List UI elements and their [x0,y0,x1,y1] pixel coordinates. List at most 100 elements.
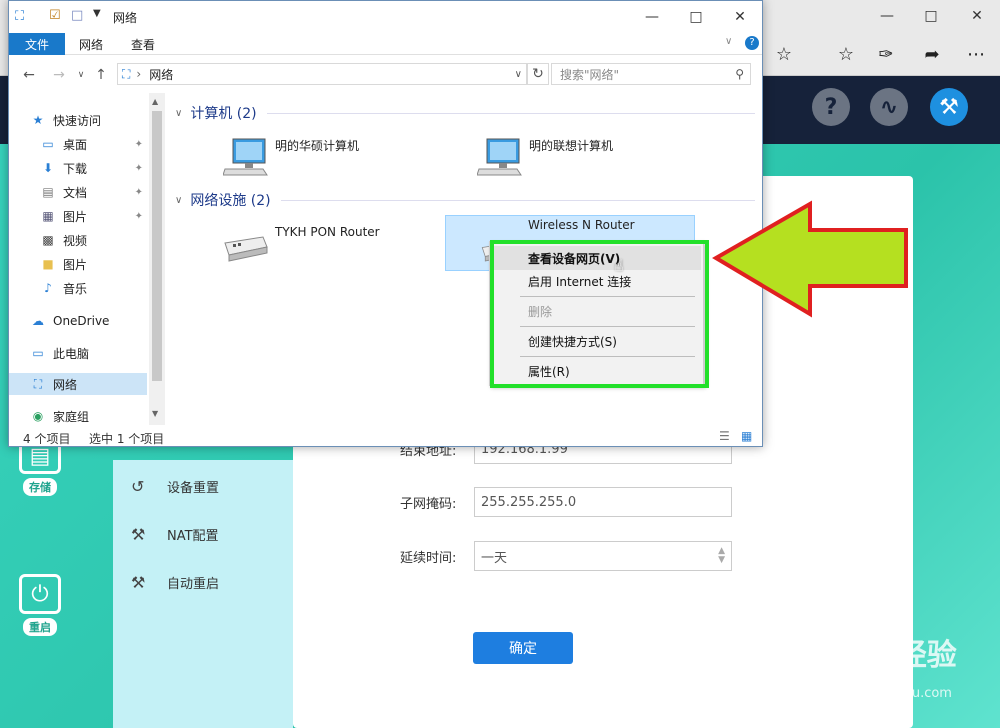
computer-name: 明的华硕计算机 [275,139,360,153]
address-dropdown-icon[interactable]: ∨ [515,69,522,80]
watermark-url: jingyan.baidu.com [832,686,952,701]
maximize-icon[interactable]: □ [908,0,954,32]
quick-access-dropdown-icon[interactable]: ▼ [93,8,101,19]
menu-nat-config[interactable]: ⚒ NAT配置 [131,522,219,546]
homegroup-icon: ◉ [32,409,44,423]
nav-this-pc[interactable]: ▭ 此电脑 [29,342,147,364]
nav-label: 下载 [63,161,88,176]
highlight-box [490,240,709,388]
folder-icon: ■ [42,257,54,271]
power-icon: ⏻ [19,574,61,614]
confirm-button[interactable]: 确定 [473,632,573,664]
up-icon[interactable]: ↑ [91,65,111,85]
network-folder-icon: ⛶ [15,9,25,24]
nav-homegroup[interactable]: ◉ 家庭组 [29,405,147,427]
share-icon[interactable]: ➦ [912,38,952,70]
collapse-icon: ∨ [175,107,183,119]
subnet-input[interactable]: 255.255.255.0 [474,487,732,517]
address-bar[interactable]: ⛶ › 网络 ∨ [117,63,527,85]
device-item-tykh[interactable]: TYKH PON Router [223,225,380,265]
network-status-icon[interactable]: ∿ [870,88,908,126]
back-icon[interactable]: ← [19,65,39,85]
favorites-hub-icon[interactable]: ☆ [826,38,866,70]
storage-label: 存储 [23,478,57,496]
menu-auto-reboot[interactable]: ⚒ 自动重启 [131,570,219,594]
minimize-icon[interactable]: — [864,0,910,32]
settings-wrench-icon[interactable]: ⚒ [930,88,968,126]
selected-count: 选中 1 个项目 [89,432,165,446]
subnet-row: 子网掩码: 255.255.255.0 [400,487,732,517]
status-bar: 4 个项目 选中 1 个项目 ☰ ▦ [9,427,762,447]
computer-item-lenovo[interactable]: 明的联想计算机 [477,137,613,177]
nav-label: 桌面 [63,137,88,152]
group-network-devices[interactable]: ∨ 网络设施 (2) [175,190,755,210]
nav-label: 图片 [63,209,88,224]
favorite-star-icon[interactable]: ☆ [764,38,804,70]
wrench-icon: ⚒ [131,524,146,544]
ribbon-tabs: 文件 网络 查看 ∨ ? [9,33,762,55]
nav-onedrive[interactable]: ☁ OneDrive [29,310,147,332]
close-icon[interactable]: ✕ [954,0,1000,32]
computer-icon: ▭ [32,346,44,360]
maximize-icon[interactable]: □ [673,1,719,33]
nav-music[interactable]: ♪ 音乐 [39,277,147,299]
nav-quick-access[interactable]: ★ 快速访问 [29,109,147,131]
music-icon: ♪ [44,281,52,295]
storage-button[interactable]: ▤ 存储 [18,442,62,496]
scroll-down-icon[interactable]: ▼ [152,409,158,418]
computer-name: 明的联想计算机 [529,139,614,153]
pin-icon: ✦ [134,186,143,198]
star-icon: ★ [32,113,44,127]
pen-icon[interactable]: ✑ [866,38,906,70]
nav-label: 家庭组 [53,409,90,424]
tab-view[interactable]: 查看 [121,33,165,55]
search-input[interactable]: 搜索"网络" ⚲ [551,63,751,85]
lease-select[interactable]: 一天 ▲ ▼ [474,541,732,571]
document-icon: ▤ [42,185,54,199]
tab-network[interactable]: 网络 [69,33,113,55]
nav-scrollbar[interactable]: ▲ ▼ [149,93,165,425]
close-icon[interactable]: ✕ [717,1,763,33]
reboot-button[interactable]: ⏻ 重启 [18,574,62,636]
nav-documents[interactable]: ▤ 文档 ✦ [39,181,147,203]
group-computers[interactable]: ∨ 计算机 (2) [175,103,755,123]
help-icon[interactable]: ? [745,36,759,50]
group-divider [280,199,755,201]
window-title: 网络 [113,11,138,25]
nav-pictures[interactable]: ▦ 图片 ✦ [39,205,147,227]
new-folder-icon[interactable]: □ [71,8,83,23]
minimize-icon[interactable]: — [629,1,675,33]
forward-icon[interactable]: → [49,65,69,85]
nav-label: 文档 [63,185,88,200]
explorer-titlebar: ⛶ ☑ □ ▼ 网络 — □ ✕ [9,1,762,33]
pin-icon: ✦ [134,138,143,150]
computer-icon [223,138,268,176]
nav-desktop[interactable]: ▭ 桌面 ✦ [39,133,147,155]
nav-label: OneDrive [53,314,110,328]
subnet-label: 子网掩码: [400,496,457,512]
large-icons-view-icon[interactable]: ▦ [741,429,752,443]
address-text: 网络 [149,67,174,82]
computer-item-asus[interactable]: 明的华硕计算机 [223,137,359,177]
scroll-thumb[interactable] [152,111,162,381]
more-icon[interactable]: ⋯ [956,38,996,70]
nav-label: 网络 [53,377,78,392]
collapse-icon: ∨ [175,194,183,206]
tab-file[interactable]: 文件 [9,33,65,55]
refresh-icon[interactable]: ↻ [527,63,549,85]
scroll-up-icon[interactable]: ▲ [152,97,158,106]
device-name: TYKH PON Router [275,225,380,239]
nav-downloads[interactable]: ⬇ 下载 ✦ [39,157,147,179]
nav-label: 音乐 [63,281,88,296]
nav-pictures-folder[interactable]: ■ 图片 [39,253,147,275]
menu-device-reset[interactable]: ↺ 设备重置 [131,474,219,498]
details-view-icon[interactable]: ☰ [719,429,730,443]
watermark-logo: Baidu 经验 [790,638,957,673]
nav-network[interactable]: ⛶ 网络 [9,373,147,395]
recent-dropdown-icon[interactable]: ∨ [71,65,91,85]
properties-icon[interactable]: ☑ [49,8,61,23]
ribbon-expand-icon[interactable]: ∨ [725,36,732,47]
nav-label: 图片 [63,257,88,272]
nav-videos[interactable]: ▩ 视频 [39,229,147,251]
help-icon[interactable]: ? [812,88,850,126]
